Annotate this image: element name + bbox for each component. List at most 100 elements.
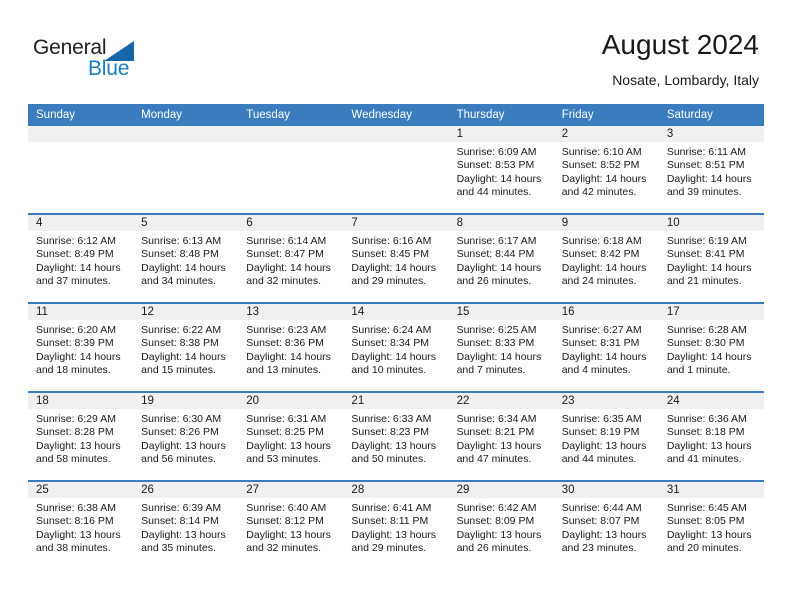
day-details: Sunrise: 6:33 AM Sunset: 8:23 PM Daylight:… bbox=[343, 409, 448, 467]
sunset-time: Sunset: 8:14 PM bbox=[141, 515, 219, 528]
calendar-day-cell[interactable]: 21 Sunrise: 6:33 AM Sunset: 8:23 PM Dayligh… bbox=[343, 391, 449, 481]
day-number: 18 bbox=[28, 393, 134, 409]
day-number: 21 bbox=[343, 393, 449, 409]
calendar-day-cell[interactable]: 9 Sunrise: 6:18 AM Sunset: 8:42 PM Daylight… bbox=[553, 213, 659, 303]
calendar-day-cell[interactable]: 3 Sunrise: 6:11 AM Sunset: 8:51 PM Daylight… bbox=[658, 126, 764, 214]
calendar-day-cell[interactable]: 19 Sunrise: 6:30 AM Sunset: 8:26 PM Dayligh… bbox=[133, 391, 239, 481]
day-cell: 23 Sunrise: 6:35 AM Sunset: 8:19 PM Dayligh… bbox=[553, 393, 659, 480]
sunrise-time: Sunrise: 6:40 AM bbox=[246, 502, 327, 514]
calendar-day-cell[interactable]: 10 Sunrise: 6:19 AM Sunset: 8:41 PM Dayligh… bbox=[658, 213, 764, 303]
day-cell: 8 Sunrise: 6:17 AM Sunset: 8:44 PM Daylight… bbox=[448, 215, 554, 302]
daylight-duration-line2: and 39 minutes. bbox=[666, 186, 742, 199]
calendar-day-cell[interactable]: 1 Sunrise: 6:09 AM Sunset: 8:53 PM Daylight… bbox=[448, 126, 554, 214]
day-cell: 31 Sunrise: 6:45 AM Sunset: 8:05 PM Dayligh… bbox=[658, 482, 764, 569]
sunrise-time: Sunrise: 6:10 AM bbox=[561, 146, 642, 158]
calendar-day-cell[interactable]: 17 Sunrise: 6:28 AM Sunset: 8:30 PM Dayligh… bbox=[658, 302, 764, 392]
general-blue-logo[interactable]: General Blue bbox=[33, 36, 163, 84]
day-number bbox=[238, 126, 344, 142]
daylight-duration-line1: Daylight: 13 hours bbox=[666, 528, 752, 541]
daylight-duration-line1: Daylight: 14 hours bbox=[246, 261, 331, 274]
daylight-duration-line2: and 4 minutes. bbox=[561, 364, 631, 377]
day-details: Sunrise: 6:24 AM Sunset: 8:34 PM Daylight:… bbox=[343, 320, 448, 378]
calendar-day-cell[interactable]: 30 Sunrise: 6:44 AM Sunset: 8:07 PM Dayligh… bbox=[553, 480, 659, 569]
sunset-time: Sunset: 8:21 PM bbox=[456, 426, 535, 439]
day-cell: 18 Sunrise: 6:29 AM Sunset: 8:28 PM Dayligh… bbox=[28, 393, 134, 480]
calendar-day-cell[interactable]: 8 Sunrise: 6:17 AM Sunset: 8:44 PM Daylight… bbox=[448, 213, 554, 303]
calendar-day-cell[interactable]: 27 Sunrise: 6:40 AM Sunset: 8:12 PM Dayligh… bbox=[238, 480, 344, 569]
calendar-day-cell[interactable] bbox=[133, 126, 239, 214]
daylight-duration-line2: and 32 minutes. bbox=[246, 542, 321, 555]
calendar-day-cell[interactable]: 15 Sunrise: 6:25 AM Sunset: 8:33 PM Dayligh… bbox=[448, 302, 554, 392]
day-cell: 11 Sunrise: 6:20 AM Sunset: 8:39 PM Dayligh… bbox=[28, 304, 134, 391]
calendar-day-cell[interactable]: 4 Sunrise: 6:12 AM Sunset: 8:49 PM Daylight… bbox=[28, 213, 134, 303]
daylight-duration-line1: Daylight: 13 hours bbox=[351, 528, 437, 541]
calendar-day-cell[interactable]: 2 Sunrise: 6:10 AM Sunset: 8:52 PM Daylight… bbox=[553, 126, 659, 214]
weekday-header-row: Sunday Monday Tuesday Wednesday Thursday… bbox=[28, 104, 764, 126]
calendar-day-cell[interactable]: 31 Sunrise: 6:45 AM Sunset: 8:05 PM Dayligh… bbox=[658, 480, 764, 569]
sunset-time: Sunset: 8:53 PM bbox=[456, 159, 535, 172]
calendar-day-cell[interactable]: 29 Sunrise: 6:42 AM Sunset: 8:09 PM Dayligh… bbox=[448, 480, 554, 569]
day-details: Sunrise: 6:27 AM Sunset: 8:31 PM Daylight:… bbox=[554, 320, 659, 378]
weekday-header-friday: Friday bbox=[553, 104, 659, 126]
calendar-day-cell[interactable]: 11 Sunrise: 6:20 AM Sunset: 8:39 PM Dayligh… bbox=[28, 302, 134, 392]
daylight-duration-line2: and 26 minutes. bbox=[456, 275, 532, 288]
calendar-day-cell[interactable]: 7 Sunrise: 6:16 AM Sunset: 8:45 PM Daylight… bbox=[343, 213, 449, 303]
calendar-page: General Blue August 2024 Nosate, Lombard… bbox=[0, 0, 792, 612]
daylight-duration-line1: Daylight: 14 hours bbox=[456, 350, 542, 363]
day-number: 27 bbox=[238, 482, 344, 498]
daylight-duration-line1: Daylight: 13 hours bbox=[36, 528, 121, 541]
calendar-day-cell[interactable]: 28 Sunrise: 6:41 AM Sunset: 8:11 PM Dayligh… bbox=[343, 480, 449, 569]
daylight-duration-line1: Daylight: 13 hours bbox=[141, 439, 226, 452]
sunrise-time: Sunrise: 6:39 AM bbox=[141, 502, 222, 514]
day-cell: 15 Sunrise: 6:25 AM Sunset: 8:33 PM Dayligh… bbox=[448, 304, 554, 391]
calendar-day-cell[interactable]: 24 Sunrise: 6:36 AM Sunset: 8:18 PM Dayligh… bbox=[658, 391, 764, 481]
day-number: 6 bbox=[238, 215, 344, 231]
day-cell: 3 Sunrise: 6:11 AM Sunset: 8:51 PM Daylight… bbox=[658, 126, 764, 213]
daylight-duration-line1: Daylight: 14 hours bbox=[351, 350, 437, 363]
sunrise-time: Sunrise: 6:33 AM bbox=[351, 413, 432, 425]
daylight-duration-line2: and 42 minutes. bbox=[561, 186, 637, 199]
calendar-day-cell[interactable] bbox=[28, 126, 134, 214]
day-number: 28 bbox=[343, 482, 449, 498]
page-title: August 2024 bbox=[601, 29, 759, 60]
sunrise-time: Sunrise: 6:44 AM bbox=[561, 502, 642, 514]
day-cell: 17 Sunrise: 6:28 AM Sunset: 8:30 PM Dayligh… bbox=[658, 304, 764, 391]
day-details: Sunrise: 6:35 AM Sunset: 8:19 PM Daylight:… bbox=[554, 409, 659, 467]
day-details: Sunrise: 6:28 AM Sunset: 8:30 PM Daylight:… bbox=[659, 320, 764, 378]
weekday-header-thursday: Thursday bbox=[448, 104, 554, 126]
day-number: 15 bbox=[448, 304, 554, 320]
sunset-time: Sunset: 8:30 PM bbox=[666, 337, 745, 350]
calendar-day-cell[interactable]: 12 Sunrise: 6:22 AM Sunset: 8:38 PM Dayligh… bbox=[133, 302, 239, 392]
calendar-day-cell[interactable]: 20 Sunrise: 6:31 AM Sunset: 8:25 PM Dayligh… bbox=[238, 391, 344, 481]
sunset-time: Sunset: 8:25 PM bbox=[246, 426, 324, 439]
sunset-time: Sunset: 8:12 PM bbox=[246, 515, 324, 528]
day-number: 4 bbox=[28, 215, 134, 231]
daylight-duration-line2: and 56 minutes. bbox=[141, 453, 216, 466]
calendar-day-cell[interactable]: 22 Sunrise: 6:34 AM Sunset: 8:21 PM Dayligh… bbox=[448, 391, 554, 481]
calendar-day-cell[interactable]: 23 Sunrise: 6:35 AM Sunset: 8:19 PM Dayligh… bbox=[553, 391, 659, 481]
logo-text-blue: Blue bbox=[88, 57, 130, 80]
day-number: 17 bbox=[658, 304, 764, 320]
day-cell: 24 Sunrise: 6:36 AM Sunset: 8:18 PM Dayligh… bbox=[658, 393, 764, 480]
calendar-day-cell[interactable] bbox=[343, 126, 449, 214]
calendar-day-cell[interactable] bbox=[238, 126, 344, 214]
daylight-duration-line2: and 34 minutes. bbox=[141, 275, 216, 288]
calendar-day-cell[interactable]: 16 Sunrise: 6:27 AM Sunset: 8:31 PM Dayligh… bbox=[553, 302, 659, 392]
day-details: Sunrise: 6:45 AM Sunset: 8:05 PM Daylight:… bbox=[659, 498, 764, 556]
sunset-time: Sunset: 8:52 PM bbox=[561, 159, 640, 172]
calendar-day-cell[interactable]: 6 Sunrise: 6:14 AM Sunset: 8:47 PM Daylight… bbox=[238, 213, 344, 303]
sunrise-time: Sunrise: 6:29 AM bbox=[36, 413, 116, 425]
day-number bbox=[28, 126, 134, 142]
calendar-day-cell[interactable]: 25 Sunrise: 6:38 AM Sunset: 8:16 PM Dayligh… bbox=[28, 480, 134, 569]
calendar-day-cell[interactable]: 5 Sunrise: 6:13 AM Sunset: 8:48 PM Daylight… bbox=[133, 213, 239, 303]
calendar-week-row: 11 Sunrise: 6:20 AM Sunset: 8:39 PM Dayligh… bbox=[28, 302, 764, 392]
day-cell: 10 Sunrise: 6:19 AM Sunset: 8:41 PM Dayligh… bbox=[658, 215, 764, 302]
daylight-duration-line1: Daylight: 14 hours bbox=[561, 172, 647, 185]
calendar-day-cell[interactable]: 13 Sunrise: 6:23 AM Sunset: 8:36 PM Dayligh… bbox=[238, 302, 344, 392]
calendar-day-cell[interactable]: 26 Sunrise: 6:39 AM Sunset: 8:14 PM Dayligh… bbox=[133, 480, 239, 569]
calendar-day-cell[interactable]: 18 Sunrise: 6:29 AM Sunset: 8:28 PM Dayligh… bbox=[28, 391, 134, 481]
calendar-day-cell[interactable]: 14 Sunrise: 6:24 AM Sunset: 8:34 PM Dayligh… bbox=[343, 302, 449, 392]
daylight-duration-line1: Daylight: 13 hours bbox=[246, 528, 331, 541]
day-number: 22 bbox=[448, 393, 554, 409]
sunset-time: Sunset: 8:23 PM bbox=[351, 426, 430, 439]
